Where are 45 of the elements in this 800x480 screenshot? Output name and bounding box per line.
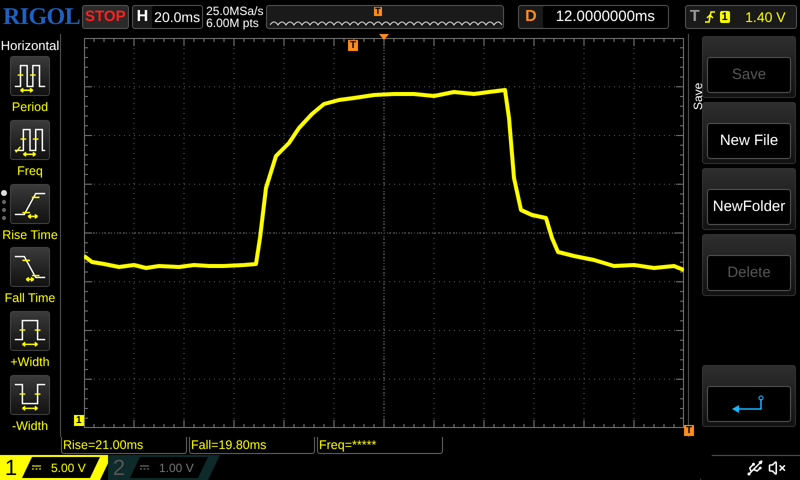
- channel-tab[interactable]: 2 1.00 V: [108, 455, 220, 480]
- run-stop-status[interactable]: STOP: [82, 5, 129, 29]
- delay-label: D: [524, 7, 538, 27]
- measure-label: +Width: [10, 354, 50, 370]
- menu-title: Save: [690, 82, 702, 110]
- dc-coupling-icon: [140, 465, 149, 470]
- timebase-value: 20.0ms: [152, 6, 202, 28]
- back-button[interactable]: [702, 365, 796, 427]
- center-marker-icon: [379, 34, 389, 40]
- channel-scale: 5.00 V: [51, 460, 86, 476]
- dc-coupling-icon: [32, 465, 41, 470]
- measure-label: Rise Time: [2, 226, 58, 243]
- menu-button[interactable]: NewFolder: [702, 168, 796, 230]
- rising-edge-icon: [704, 10, 715, 24]
- delay-panel[interactable]: D 12.0000000ms: [518, 5, 669, 29]
- channel-scale: 1.00 V: [159, 460, 194, 476]
- horizontal-label: H: [136, 7, 150, 27]
- overview-trigger-marker: T: [374, 7, 382, 16]
- trigger-panel[interactable]: T 1 1.40 V: [684, 5, 797, 29]
- measure-item[interactable]: Rise Time: [2, 184, 58, 246]
- usb-icon: [746, 459, 764, 477]
- channel-number: 2: [112, 456, 126, 480]
- trigger-label: T: [690, 7, 700, 27]
- measurement-readout: Rise=21.00ms: [61, 437, 187, 454]
- overview-wave-icon: [270, 22, 502, 26]
- speaker-muted-icon: [768, 459, 786, 477]
- channel-marker: 1: [74, 415, 84, 426]
- menu-title: Horizontal: [0, 38, 60, 54]
- timebase-panel[interactable]: H 20.0ms: [132, 5, 204, 29]
- menu-button[interactable]: New File: [702, 102, 796, 164]
- measurement-readout: Fall=19.80ms: [189, 437, 315, 454]
- measure-label: Period: [12, 99, 48, 115]
- brand-logo: RIGOL: [3, 5, 79, 29]
- trigger-position-marker: T: [348, 40, 358, 51]
- trigger-level: 1.40 V: [744, 8, 787, 26]
- memory-depth: 6.00M pts: [206, 17, 260, 29]
- sample-rate: 25.0MSa/s: [206, 5, 264, 17]
- measure-label: Freq: [17, 162, 43, 179]
- measure-label: Fall Time: [4, 290, 56, 306]
- trigger-source: 1: [720, 11, 730, 23]
- measurement-readout: Freq=*****: [317, 437, 443, 454]
- delay-value: 12.0000000ms: [542, 6, 668, 28]
- trigger-level-marker: T: [684, 425, 694, 436]
- channel-number: 1: [4, 456, 18, 480]
- measure-label: -Width: [12, 418, 48, 434]
